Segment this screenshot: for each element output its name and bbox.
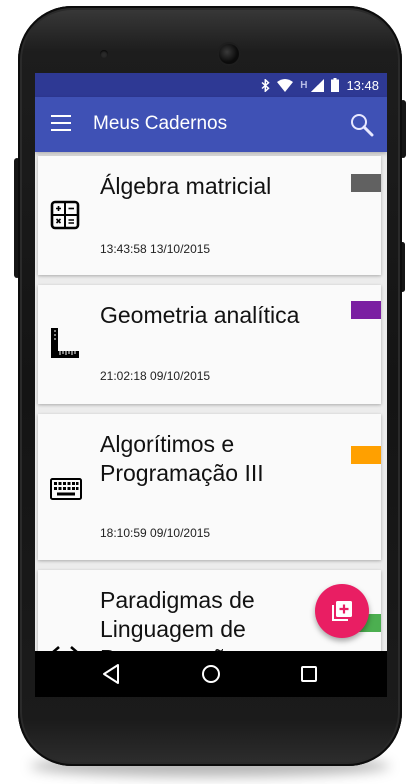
color-tag (351, 174, 381, 192)
notebook-title: Álgebra matricial (100, 173, 272, 199)
color-tag (351, 446, 381, 464)
notebook-timestamp: 18:10:59 09/10/2015 (100, 526, 211, 540)
notebook-card[interactable]: Álgebra matricial 13:43:58 13/10/2015 (38, 156, 381, 275)
color-tag (351, 301, 381, 319)
ruler-square-icon (51, 328, 79, 358)
notebook-title: Algorítimos e Programação III (100, 431, 264, 486)
calculator-icon (50, 200, 80, 230)
notebook-title: Geometria analítica (100, 302, 300, 328)
notebook-timestamp: 13:43:58 13/10/2015 (100, 242, 211, 256)
app-bar: Meus Cadernos (35, 97, 387, 152)
front-camera (219, 44, 239, 64)
battery-icon (331, 78, 340, 92)
signal-icon (311, 78, 325, 92)
notebook-card[interactable]: Geometria analítica 21:02:18 09/10/2015 (38, 285, 381, 404)
hamburger-menu-icon[interactable] (51, 115, 71, 133)
sensor-dot (100, 50, 108, 58)
add-notebook-icon (332, 601, 352, 621)
add-notebook-button[interactable] (315, 584, 369, 638)
network-type-label: H (300, 79, 308, 91)
keyboard-icon (50, 478, 82, 500)
notebook-title: Paradigmas de Linguagem de Programação (100, 587, 255, 651)
wifi-icon (277, 78, 294, 92)
search-icon[interactable] (349, 112, 375, 138)
status-clock: 13:48 (346, 77, 379, 93)
notebook-timestamp: 21:02:18 09/10/2015 (100, 369, 211, 383)
navigation-bar (35, 651, 387, 697)
app-title: Meus Cadernos (93, 113, 228, 134)
home-icon[interactable] (200, 663, 222, 685)
back-icon[interactable] (100, 663, 122, 685)
bluetooth-icon (261, 78, 270, 92)
status-bar: H 13:48 (35, 73, 387, 97)
notebook-card[interactable]: Algorítimos e Programação III 18:10:59 0… (38, 414, 381, 560)
screen: H 13:48 Meus Cadernos Álgebra matricial … (35, 73, 387, 651)
recents-icon[interactable] (298, 663, 320, 685)
